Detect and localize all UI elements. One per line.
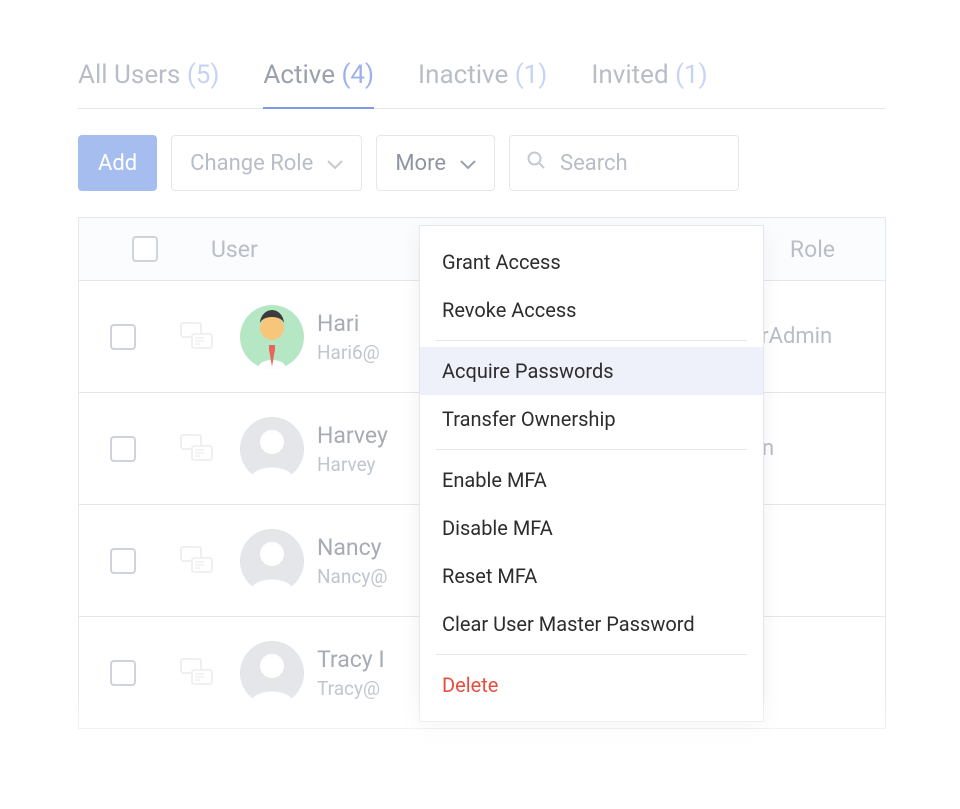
- tab-count: (4): [341, 60, 374, 90]
- menu-revoke-access[interactable]: Revoke Access: [420, 286, 763, 334]
- avatar: [240, 641, 304, 705]
- tab-all-users[interactable]: All Users (5): [78, 60, 219, 108]
- more-menu: Grant Access Revoke Access Acquire Passw…: [419, 225, 764, 722]
- tab-count: (1): [515, 60, 548, 90]
- menu-transfer-ownership[interactable]: Transfer Ownership: [420, 395, 763, 443]
- tab-active[interactable]: Active (4): [263, 60, 374, 108]
- tabs: All Users (5) Active (4) Inactive (1) In…: [78, 60, 886, 109]
- search-icon: [526, 150, 546, 176]
- tab-label: Invited: [591, 60, 668, 90]
- menu-separator: [436, 340, 747, 341]
- avatar: [240, 417, 304, 481]
- row-checkbox[interactable]: [110, 436, 136, 462]
- header-checkbox-cell: [79, 236, 211, 262]
- menu-reset-mfa[interactable]: Reset MFA: [420, 552, 763, 600]
- tab-inactive[interactable]: Inactive (1): [418, 60, 547, 108]
- tab-label: All Users: [78, 60, 180, 90]
- server-icon: [167, 546, 227, 576]
- row-checkbox[interactable]: [110, 324, 136, 350]
- change-role-label: Change Role: [190, 151, 313, 176]
- menu-delete[interactable]: Delete: [420, 661, 763, 709]
- tab-label: Inactive: [418, 60, 508, 90]
- add-button[interactable]: Add: [78, 135, 157, 191]
- avatar: [240, 529, 304, 593]
- tab-label: Active: [263, 60, 335, 90]
- menu-enable-mfa[interactable]: Enable MFA: [420, 456, 763, 504]
- tab-invited[interactable]: Invited (1): [591, 60, 707, 108]
- column-user: User: [211, 236, 451, 263]
- search-box[interactable]: [509, 135, 739, 191]
- add-label: Add: [98, 151, 137, 176]
- menu-separator: [436, 654, 747, 655]
- change-role-button[interactable]: Change Role: [171, 135, 362, 191]
- more-label: More: [395, 151, 446, 176]
- menu-acquire-passwords[interactable]: Acquire Passwords: [420, 347, 763, 395]
- row-checkbox[interactable]: [110, 548, 136, 574]
- menu-grant-access[interactable]: Grant Access: [420, 238, 763, 286]
- server-icon: [167, 322, 227, 352]
- avatar: [240, 305, 304, 369]
- toolbar: Add Change Role More: [78, 135, 886, 191]
- menu-separator: [436, 449, 747, 450]
- search-input[interactable]: [558, 150, 698, 177]
- server-icon: [167, 434, 227, 464]
- tab-count: (1): [675, 60, 708, 90]
- menu-clear-master-password[interactable]: Clear User Master Password: [420, 600, 763, 648]
- server-icon: [167, 658, 227, 688]
- chevron-down-icon: [327, 151, 343, 176]
- chevron-down-icon: [460, 151, 476, 176]
- row-checkbox[interactable]: [110, 660, 136, 686]
- select-all-checkbox[interactable]: [132, 236, 158, 262]
- menu-disable-mfa[interactable]: Disable MFA: [420, 504, 763, 552]
- tab-count: (5): [187, 60, 220, 90]
- more-button[interactable]: More: [376, 135, 495, 191]
